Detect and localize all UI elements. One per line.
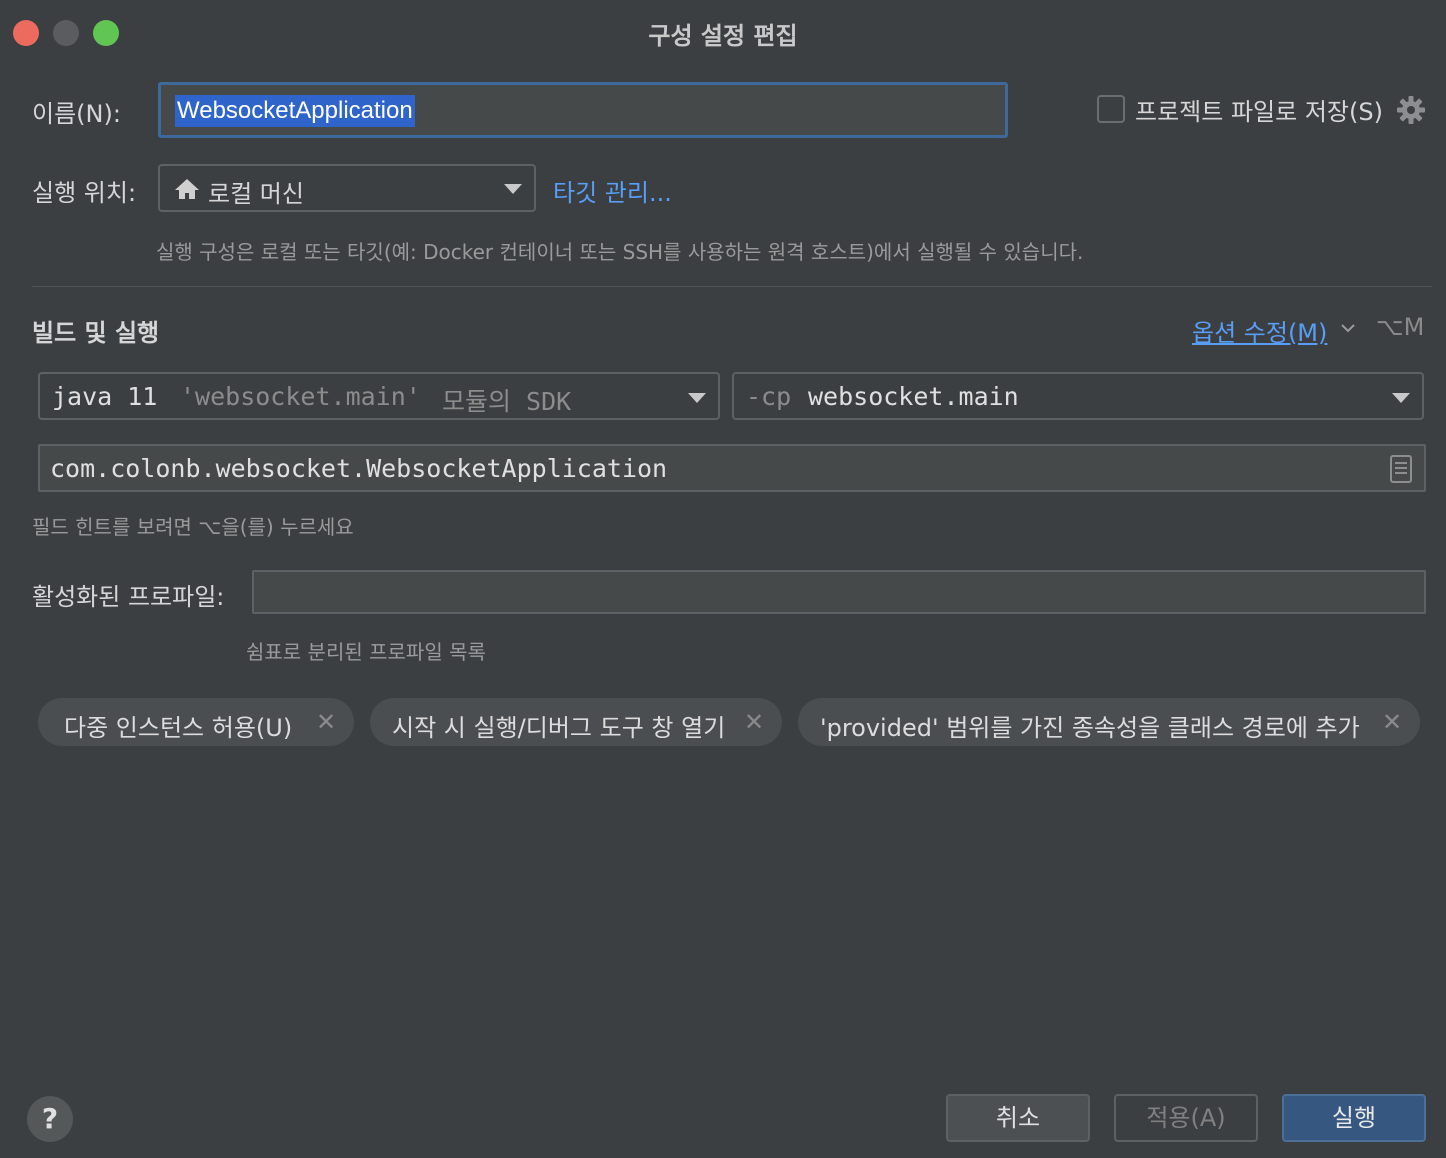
classpath-value: websocket.main bbox=[808, 382, 1019, 411]
chevron-down-icon bbox=[688, 393, 706, 403]
classpath-prefix: -cp bbox=[746, 382, 792, 411]
option-chip[interactable]: 시작 시 실행/디버그 도구 창 열기 ✕ bbox=[370, 698, 782, 746]
active-profiles-hint: 쉼표로 분리된 프로파일 목록 bbox=[246, 640, 486, 664]
modify-options-shortcut: ⌥M bbox=[1376, 313, 1425, 341]
gear-icon[interactable] bbox=[1395, 94, 1427, 126]
run-on-hint: 실행 구성은 로컬 또는 타깃(예: Docker 컨테이너 또는 SSH를 사… bbox=[156, 240, 1084, 264]
home-icon bbox=[175, 179, 199, 199]
run-on-dropdown[interactable]: 로컬 머신 bbox=[158, 164, 536, 212]
store-as-project-file-checkbox[interactable] bbox=[1097, 95, 1125, 123]
run-button[interactable]: 실행 bbox=[1282, 1094, 1426, 1142]
active-profiles-label: 활성화된 프로파일: bbox=[32, 583, 225, 611]
field-hint: 필드 힌트를 보려면 ⌥을(를) 누르세요 bbox=[32, 515, 354, 539]
manage-targets-link[interactable]: 타깃 관리... bbox=[553, 173, 672, 208]
cancel-button[interactable]: 취소 bbox=[946, 1094, 1090, 1142]
help-button[interactable]: ? bbox=[27, 1096, 73, 1142]
title-bar: 구성 설정 편집 bbox=[0, 0, 1446, 62]
name-label: 이름(N): bbox=[32, 100, 121, 128]
close-icon[interactable]: ✕ bbox=[744, 708, 764, 736]
jdk-module: 'websocket.main' bbox=[180, 382, 421, 411]
main-class-value: com.colonb.websocket.WebsocketApplicatio… bbox=[50, 454, 668, 483]
name-value: WebsocketApplication bbox=[175, 95, 415, 127]
chevron-down-icon[interactable] bbox=[1340, 322, 1356, 334]
main-class-input[interactable]: com.colonb.websocket.WebsocketApplicatio… bbox=[38, 444, 1426, 492]
build-run-heading: 빌드 및 실행 bbox=[32, 319, 160, 347]
run-on-label: 실행 위치: bbox=[32, 179, 137, 207]
store-as-project-file-label[interactable]: 프로젝트 파일로 저장(S) bbox=[1135, 92, 1383, 127]
modify-options-link[interactable]: 옵션 수정(M) bbox=[1192, 313, 1327, 348]
close-icon[interactable]: ✕ bbox=[1382, 708, 1402, 736]
jdk-version: java 11 bbox=[52, 382, 158, 411]
window-title: 구성 설정 편집 bbox=[648, 22, 798, 50]
option-chip[interactable]: 다중 인스턴스 허용(U) ✕ bbox=[38, 698, 354, 746]
option-chip-label: 시작 시 실행/디버그 도구 창 열기 bbox=[392, 714, 726, 742]
option-chip-label: 다중 인스턴스 허용(U) bbox=[64, 714, 293, 742]
apply-button[interactable]: 적용(A) bbox=[1114, 1094, 1258, 1142]
divider bbox=[32, 286, 1432, 287]
name-input[interactable]: WebsocketApplication bbox=[158, 82, 1008, 138]
option-chip[interactable]: 'provided' 범위를 가진 종속성을 클래스 경로에 추가 ✕ bbox=[798, 698, 1420, 746]
active-profiles-input[interactable] bbox=[252, 570, 1426, 614]
jdk-suffix: 모듈의 SDK bbox=[442, 387, 572, 416]
run-on-selected: 로컬 머신 bbox=[208, 180, 304, 208]
chevron-down-icon bbox=[1392, 393, 1410, 403]
close-icon[interactable]: ✕ bbox=[316, 708, 336, 736]
classpath-dropdown[interactable]: -cp websocket.main bbox=[732, 372, 1424, 420]
jdk-dropdown[interactable]: java 11 'websocket.main' 모듈의 SDK bbox=[38, 372, 720, 420]
option-chip-label: 'provided' 범위를 가진 종속성을 클래스 경로에 추가 bbox=[820, 714, 1360, 742]
chevron-down-icon bbox=[504, 184, 522, 194]
browse-icon[interactable] bbox=[1390, 455, 1412, 483]
